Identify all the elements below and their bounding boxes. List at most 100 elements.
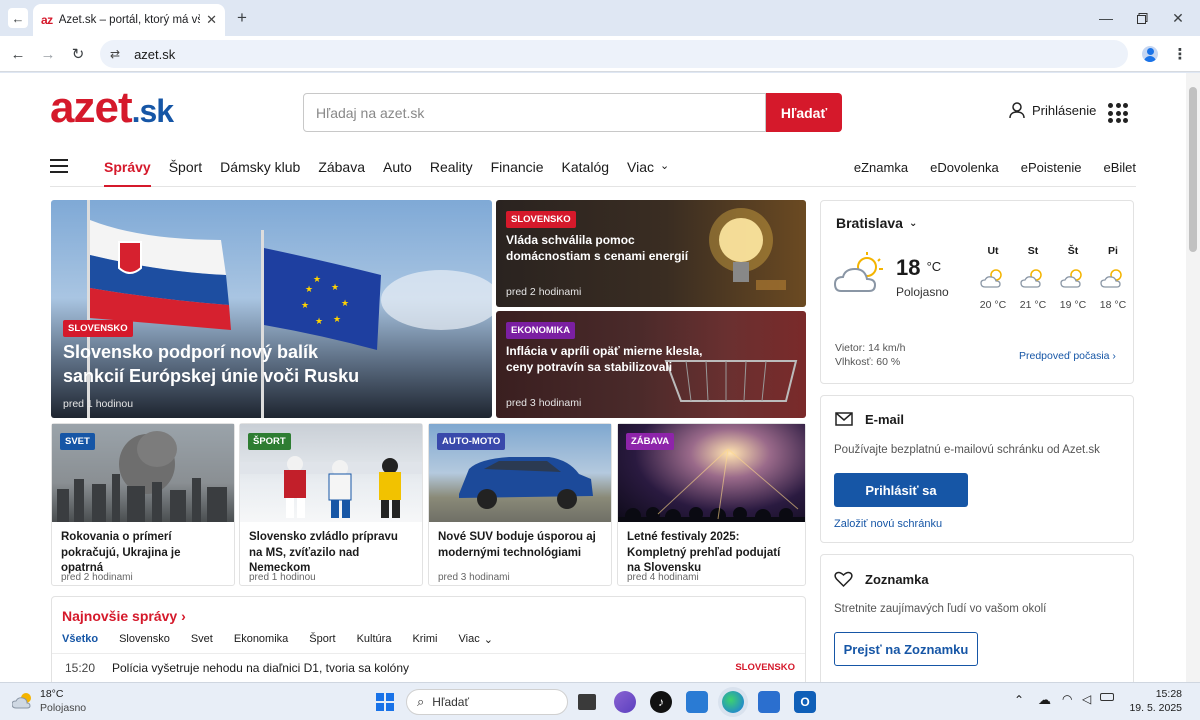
login-link[interactable]: Prihlásenie <box>1008 101 1096 119</box>
tray-chevron-icon[interactable]: ⌃ <box>1014 693 1024 707</box>
svg-text:★: ★ <box>341 298 349 308</box>
small-story-1[interactable]: SVET Rokovania o prímerí pokračujú, Ukra… <box>51 423 235 586</box>
nav-item-4[interactable]: Auto <box>383 159 412 175</box>
search-button[interactable]: Hľadať <box>766 93 842 132</box>
latest-tab-6[interactable]: Krimi <box>412 633 437 646</box>
copilot-icon[interactable] <box>614 691 636 713</box>
small-story-1-time: pred 2 hodinami <box>61 572 133 583</box>
web-page: azet.sk Hľadaj na azet.sk Hľadať Prihlás… <box>0 73 1186 682</box>
volume-icon[interactable]: ◁ <box>1082 692 1091 706</box>
nav-more-chevron-icon: ⌄ <box>660 160 670 172</box>
latest-tab-4[interactable]: Šport <box>309 633 335 646</box>
back-icon[interactable]: ← <box>8 44 28 64</box>
email-text: Používajte bezplatnú e-mailovú schránku … <box>834 444 1100 456</box>
tab-back-icon[interactable]: ← <box>8 8 28 28</box>
forward-icon[interactable]: → <box>38 44 58 64</box>
tiktok-icon[interactable]: ♪ <box>650 691 672 713</box>
browser-tab[interactable]: az Azet.sk – portál, ktorý má všetko ✕ <box>33 4 225 36</box>
onedrive-icon[interactable]: ☁ <box>1038 692 1051 708</box>
taskbar-date[interactable]: 19. 5. 2025 <box>1126 702 1182 714</box>
taskbar-time[interactable]: 15:28 <box>1150 688 1182 700</box>
small-story-4[interactable]: ZÁBAVA Letné festivaly 2025: Kompletný p… <box>617 423 806 586</box>
small-story-4-time: pred 4 hodinami <box>627 572 699 583</box>
hero-category-badge: SLOVENSKO <box>63 320 133 337</box>
store-icon[interactable] <box>758 691 780 713</box>
forecast-link[interactable]: Predpoveď počasia › <box>1019 350 1116 362</box>
nav-item-3[interactable]: Zábava <box>318 159 365 175</box>
restore-icon[interactable] <box>1132 8 1152 28</box>
task-view-icon[interactable] <box>578 694 596 710</box>
battery-icon[interactable] <box>1100 693 1114 701</box>
nav-item-0[interactable]: Správy <box>104 159 151 187</box>
hero-title: Slovensko podporí nový balík sankcií Eur… <box>63 342 360 387</box>
nav-item-6[interactable]: Financie <box>491 159 544 175</box>
taskbar-weather-icon[interactable] <box>12 690 36 710</box>
profile-avatar[interactable] <box>1142 46 1158 62</box>
hamburger-menu-icon[interactable] <box>50 159 68 173</box>
side-story-2[interactable]: EKONOMIKA Inflácia v apríli opäť mierne … <box>496 311 806 418</box>
windows-start-icon[interactable] <box>376 693 394 711</box>
apps-grid-icon[interactable] <box>1108 103 1128 123</box>
forecast-day-name: St <box>1027 245 1039 257</box>
close-window-icon[interactable]: ✕ <box>1168 8 1188 28</box>
nav-service-0[interactable]: eZnamka <box>854 160 908 175</box>
site-info-icon[interactable]: ⇄ <box>110 47 120 61</box>
latest-tab-7[interactable]: Viac <box>459 633 480 646</box>
latest-tab-3[interactable]: Ekonomika <box>234 633 288 646</box>
create-mailbox-link[interactable]: Založiť novú schránku <box>834 518 942 530</box>
page-scrollbar[interactable] <box>1186 73 1200 682</box>
wifi-icon[interactable]: ◠ <box>1062 692 1072 706</box>
nav-item-5[interactable]: Reality <box>430 159 473 175</box>
reload-icon[interactable]: ↻ <box>68 44 88 64</box>
svg-text:★: ★ <box>301 300 309 310</box>
nav-item-2[interactable]: Dámsky klub <box>220 159 300 175</box>
forecast-day-temp: 21 °C <box>1019 299 1047 311</box>
nav-item-7[interactable]: Katalóg <box>562 159 609 175</box>
azet-logo[interactable]: azet.sk <box>50 86 174 131</box>
dating-button[interactable]: Prejsť na Zoznamku <box>834 632 978 666</box>
nav-item-8[interactable]: Viac <box>627 159 654 175</box>
main-nav: Správy Šport Dámsky klub Zábava Auto Reality F… <box>50 153 1136 187</box>
latest-tab-1[interactable]: Slovensko <box>119 633 170 646</box>
latest-tab-2[interactable]: Svet <box>191 633 213 646</box>
nav-services: eZnamka eDovolenka ePoistenie eBilet <box>854 160 1136 175</box>
dating-text: Stretnite zaujímavých ľudí vo vašom okol… <box>834 603 1047 615</box>
address-bar[interactable]: ⇄ azet.sk <box>100 40 1128 68</box>
small-story-3[interactable]: AUTO-MOTO Nové SUV boduje úsporou aj mod… <box>428 423 612 586</box>
small-story-2-title: Slovensko zvládlo prípravu na MS, zvíťaz… <box>249 531 398 575</box>
nav-item-1[interactable]: Šport <box>169 159 202 175</box>
nav-service-1[interactable]: eDovolenka <box>930 160 999 175</box>
search-icon: ⌕ <box>417 694 425 709</box>
side-story-1-title: Vláda schválila pomoc domácnostiam s cen… <box>506 233 689 264</box>
weather-temp: 18 °C <box>896 255 942 280</box>
city-selector[interactable]: Bratislava ⌄ <box>836 215 917 231</box>
nav-service-3[interactable]: eBilet <box>1103 160 1136 175</box>
edge-browser-icon[interactable] <box>722 691 744 713</box>
mail-app-icon[interactable] <box>686 691 708 713</box>
email-login-button[interactable]: Prihlásiť sa <box>834 473 968 507</box>
taskbar-search[interactable]: ⌕ Hľadať <box>406 689 568 715</box>
tab-close-icon[interactable]: ✕ <box>206 12 217 28</box>
new-tab-icon[interactable]: + <box>232 8 252 28</box>
forecast-day-1: St 21 °C <box>1013 245 1053 311</box>
hero-story[interactable]: ★ ★ ★ ★ ★ ★ ★ SLOVENSKO Slovensko podporí nový… <box>51 200 492 418</box>
side-story-2-title: Inflácia v apríli opäť mierne klesla, ce… <box>506 344 703 375</box>
latest-tab-0[interactable]: Všetko <box>62 633 98 646</box>
latest-tab-5[interactable]: Kultúra <box>357 633 392 646</box>
small-story-2[interactable]: ŠPORT Slovensko zvládlo prípravu na MS, … <box>239 423 423 586</box>
scrollbar-thumb[interactable] <box>1189 87 1197 252</box>
latest-item-time: 15:20 <box>65 661 96 675</box>
latest-item-title[interactable]: Polícia vyšetruje nehodu na diaľnici D1,… <box>112 661 409 675</box>
forecast-day-name: Št <box>1067 245 1079 257</box>
latest-news-heading[interactable]: Najnovšie správy › <box>62 608 186 624</box>
nav-categories: Správy Šport Dámsky klub Zábava Auto Reality F… <box>104 159 687 187</box>
small-story-2-badge: ŠPORT <box>248 433 291 450</box>
search-input[interactable]: Hľadaj na azet.sk <box>303 93 766 132</box>
nav-service-2[interactable]: ePoistenie <box>1021 160 1082 175</box>
side-story-1[interactable]: SLOVENSKO Vláda schválila pomoc domácnos… <box>496 200 806 307</box>
minimize-icon[interactable]: — <box>1096 8 1116 28</box>
taskbar-weather-text: Polojasno <box>40 702 87 714</box>
forecast-day-2: Št 19 °C <box>1053 245 1093 311</box>
browser-menu-icon[interactable]: ⋮ <box>1170 44 1190 64</box>
outlook-icon[interactable]: O <box>794 691 816 713</box>
